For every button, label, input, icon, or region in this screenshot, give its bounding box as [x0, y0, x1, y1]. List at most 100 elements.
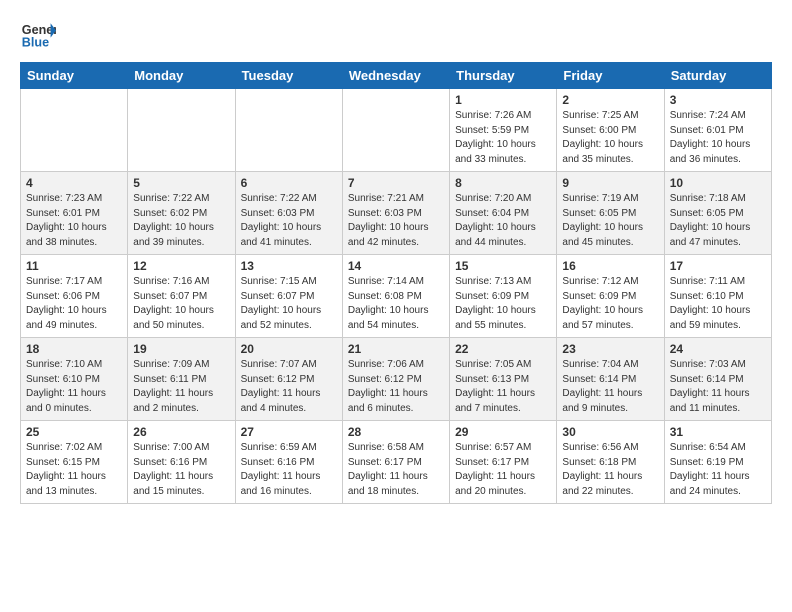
day-info: Sunrise: 7:14 AM Sunset: 6:08 PM Dayligh…: [348, 275, 444, 333]
calendar-cell: 9 Sunrise: 7:19 AM Sunset: 6:05 PM Daylig…: [557, 172, 664, 255]
calendar-cell: 19Sunrise: 7:09 AM Sunset: 6:11 PM Dayli…: [128, 338, 235, 421]
day-header-monday: Monday: [128, 63, 235, 89]
day-header-wednesday: Wednesday: [342, 63, 449, 89]
day-number: 9: [562, 176, 658, 190]
day-info: Sunrise: 7:15 AM Sunset: 6:07 PM Dayligh…: [241, 275, 337, 333]
calendar-cell: 22 Sunrise: 7:05 AM Sunset: 6:13 PM Dayli…: [450, 338, 557, 421]
day-info: Sunrise: 6:58 AM Sunset: 6:17 PM Dayligh…: [348, 441, 444, 499]
day-info: Sunrise: 7:00 AM Sunset: 6:16 PM Dayligh…: [133, 441, 229, 499]
day-number: 26: [133, 425, 229, 439]
day-info: Sunrise: 7:12 AM Sunset: 6:09 PM Dayligh…: [562, 275, 658, 333]
calendar-cell: 3 Sunrise: 7:24 AM Sunset: 6:01 PM Daylig…: [664, 89, 771, 172]
day-number: 25: [26, 425, 122, 439]
day-info: Sunrise: 6:56 AM Sunset: 6:18 PM Dayligh…: [562, 441, 658, 499]
day-info: Sunrise: 7:16 AM Sunset: 6:07 PM Dayligh…: [133, 275, 229, 333]
day-number: 29: [455, 425, 551, 439]
calendar-table: SundayMondayTuesdayWednesdayThursdayFrid…: [20, 62, 772, 504]
day-info: Sunrise: 7:26 AM Sunset: 5:59 PM Dayligh…: [455, 109, 551, 167]
day-number: 24: [670, 342, 766, 356]
day-number: 30: [562, 425, 658, 439]
day-info: Sunrise: 7:10 AM Sunset: 6:10 PM Dayligh…: [26, 358, 122, 416]
logo: General Blue: [20, 16, 56, 52]
calendar-header-row: SundayMondayTuesdayWednesdayThursdayFrid…: [21, 63, 772, 89]
day-info: Sunrise: 7:09 AM Sunset: 6:11 PM Dayligh…: [133, 358, 229, 416]
calendar-cell: [235, 89, 342, 172]
day-number: 6: [241, 176, 337, 190]
day-info: Sunrise: 7:21 AM Sunset: 6:03 PM Dayligh…: [348, 192, 444, 250]
day-info: Sunrise: 7:03 AM Sunset: 6:14 PM Dayligh…: [670, 358, 766, 416]
calendar-cell: 15Sunrise: 7:13 AM Sunset: 6:09 PM Dayli…: [450, 255, 557, 338]
calendar-cell: 24 Sunrise: 7:03 AM Sunset: 6:14 PM Dayli…: [664, 338, 771, 421]
day-number: 5: [133, 176, 229, 190]
day-number: 3: [670, 93, 766, 107]
day-info: Sunrise: 7:17 AM Sunset: 6:06 PM Dayligh…: [26, 275, 122, 333]
calendar-week-4: 18 Sunrise: 7:10 AM Sunset: 6:10 PM Dayli…: [21, 338, 772, 421]
day-info: Sunrise: 7:24 AM Sunset: 6:01 PM Dayligh…: [670, 109, 766, 167]
day-number: 20: [241, 342, 337, 356]
day-number: 22: [455, 342, 551, 356]
calendar-cell: [21, 89, 128, 172]
calendar-cell: 17 Sunrise: 7:11 AM Sunset: 6:10 PM Dayli…: [664, 255, 771, 338]
calendar-cell: 20 Sunrise: 7:07 AM Sunset: 6:12 PM Dayli…: [235, 338, 342, 421]
calendar-cell: 1 Sunrise: 7:26 AM Sunset: 5:59 PM Daylig…: [450, 89, 557, 172]
day-header-saturday: Saturday: [664, 63, 771, 89]
svg-text:Blue: Blue: [22, 36, 49, 50]
calendar-cell: 10Sunrise: 7:18 AM Sunset: 6:05 PM Dayli…: [664, 172, 771, 255]
calendar-cell: 12 Sunrise: 7:16 AM Sunset: 6:07 PM Dayli…: [128, 255, 235, 338]
calendar-cell: 29Sunrise: 6:57 AM Sunset: 6:17 PM Dayli…: [450, 421, 557, 504]
day-info: Sunrise: 6:54 AM Sunset: 6:19 PM Dayligh…: [670, 441, 766, 499]
day-info: Sunrise: 7:06 AM Sunset: 6:12 PM Dayligh…: [348, 358, 444, 416]
calendar-cell: 28 Sunrise: 6:58 AM Sunset: 6:17 PM Dayli…: [342, 421, 449, 504]
day-number: 14: [348, 259, 444, 273]
calendar-cell: 27 Sunrise: 6:59 AM Sunset: 6:16 PM Dayli…: [235, 421, 342, 504]
day-number: 12: [133, 259, 229, 273]
day-info: Sunrise: 7:22 AM Sunset: 6:03 PM Dayligh…: [241, 192, 337, 250]
calendar-cell: 18 Sunrise: 7:10 AM Sunset: 6:10 PM Dayli…: [21, 338, 128, 421]
calendar-cell: 5 Sunrise: 7:22 AM Sunset: 6:02 PM Daylig…: [128, 172, 235, 255]
calendar-cell: 21Sunrise: 7:06 AM Sunset: 6:12 PM Dayli…: [342, 338, 449, 421]
day-info: Sunrise: 6:59 AM Sunset: 6:16 PM Dayligh…: [241, 441, 337, 499]
day-header-thursday: Thursday: [450, 63, 557, 89]
day-header-tuesday: Tuesday: [235, 63, 342, 89]
day-info: Sunrise: 7:02 AM Sunset: 6:15 PM Dayligh…: [26, 441, 122, 499]
day-number: 13: [241, 259, 337, 273]
day-info: Sunrise: 7:22 AM Sunset: 6:02 PM Dayligh…: [133, 192, 229, 250]
logo-icon: General Blue: [20, 16, 56, 52]
day-info: Sunrise: 7:18 AM Sunset: 6:05 PM Dayligh…: [670, 192, 766, 250]
day-header-sunday: Sunday: [21, 63, 128, 89]
calendar-cell: 14 Sunrise: 7:14 AM Sunset: 6:08 PM Dayli…: [342, 255, 449, 338]
day-number: 23: [562, 342, 658, 356]
calendar-cell: 31 Sunrise: 6:54 AM Sunset: 6:19 PM Dayli…: [664, 421, 771, 504]
calendar-cell: 13 Sunrise: 7:15 AM Sunset: 6:07 PM Dayli…: [235, 255, 342, 338]
day-number: 1: [455, 93, 551, 107]
day-number: 11: [26, 259, 122, 273]
calendar-cell: 6 Sunrise: 7:22 AM Sunset: 6:03 PM Daylig…: [235, 172, 342, 255]
header: General Blue: [20, 16, 772, 52]
day-info: Sunrise: 7:11 AM Sunset: 6:10 PM Dayligh…: [670, 275, 766, 333]
day-number: 7: [348, 176, 444, 190]
day-number: 2: [562, 93, 658, 107]
day-number: 18: [26, 342, 122, 356]
day-number: 4: [26, 176, 122, 190]
calendar-cell: 2Sunrise: 7:25 AM Sunset: 6:00 PM Daylig…: [557, 89, 664, 172]
calendar-cell: 7 Sunrise: 7:21 AM Sunset: 6:03 PM Daylig…: [342, 172, 449, 255]
day-info: Sunrise: 7:07 AM Sunset: 6:12 PM Dayligh…: [241, 358, 337, 416]
calendar-cell: 4 Sunrise: 7:23 AM Sunset: 6:01 PM Daylig…: [21, 172, 128, 255]
day-number: 28: [348, 425, 444, 439]
calendar-cell: [342, 89, 449, 172]
day-number: 16: [562, 259, 658, 273]
day-info: Sunrise: 7:19 AM Sunset: 6:05 PM Dayligh…: [562, 192, 658, 250]
day-header-friday: Friday: [557, 63, 664, 89]
day-info: Sunrise: 7:05 AM Sunset: 6:13 PM Dayligh…: [455, 358, 551, 416]
calendar-cell: 23 Sunrise: 7:04 AM Sunset: 6:14 PM Dayli…: [557, 338, 664, 421]
day-number: 27: [241, 425, 337, 439]
day-info: Sunrise: 7:04 AM Sunset: 6:14 PM Dayligh…: [562, 358, 658, 416]
day-number: 17: [670, 259, 766, 273]
calendar-week-2: 4 Sunrise: 7:23 AM Sunset: 6:01 PM Daylig…: [21, 172, 772, 255]
calendar-cell: 26 Sunrise: 7:00 AM Sunset: 6:16 PM Dayli…: [128, 421, 235, 504]
day-info: Sunrise: 7:23 AM Sunset: 6:01 PM Dayligh…: [26, 192, 122, 250]
calendar-cell: 11 Sunrise: 7:17 AM Sunset: 6:06 PM Dayli…: [21, 255, 128, 338]
page: General Blue SundayMondayTuesdayWednesda…: [0, 0, 792, 520]
calendar-week-1: 1 Sunrise: 7:26 AM Sunset: 5:59 PM Daylig…: [21, 89, 772, 172]
day-number: 31: [670, 425, 766, 439]
